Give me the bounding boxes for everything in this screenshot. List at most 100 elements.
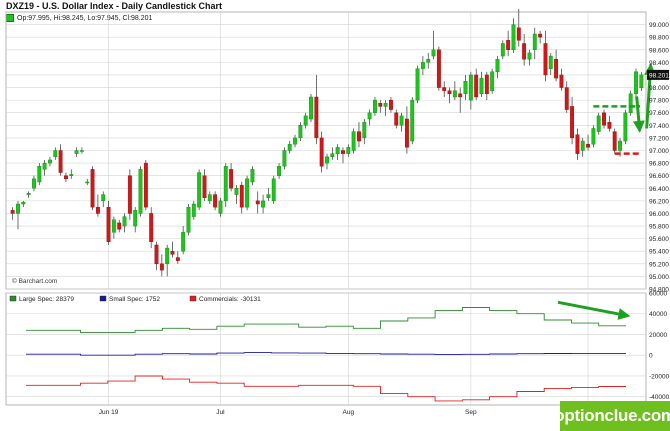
candle [298, 125, 303, 139]
candle [559, 74, 564, 88]
candle [287, 144, 292, 151]
candle [367, 112, 372, 120]
candle [181, 232, 186, 252]
legend-label: Small Spec: 1752 [109, 296, 160, 303]
price-tick-label: 96.000 [649, 211, 669, 218]
candle [634, 71, 638, 95]
candle [479, 77, 484, 95]
price-tick-label: 95.600 [649, 236, 669, 243]
price-tick-label: 96.600 [649, 173, 669, 180]
candle [586, 144, 590, 148]
candle [266, 194, 271, 198]
candle [101, 194, 106, 202]
candle [548, 55, 553, 69]
candle [527, 52, 532, 60]
candle [532, 33, 537, 50]
candle [373, 99, 377, 113]
candle [442, 87, 447, 91]
candle [618, 140, 622, 151]
candle [330, 153, 335, 157]
candle [271, 178, 276, 202]
candle [378, 103, 383, 107]
price-tick-label: 95.000 [649, 274, 669, 281]
candle [74, 150, 79, 154]
cot-series-line [26, 307, 626, 333]
candle [314, 96, 319, 139]
candle [389, 99, 393, 110]
candle [357, 131, 361, 142]
candle [293, 137, 297, 145]
candle [383, 103, 388, 107]
candle [32, 178, 36, 189]
candle [591, 128, 596, 145]
candle [10, 210, 15, 214]
last-price-label: 98.201 [649, 72, 669, 79]
price-tick-label: 97.600 [649, 110, 669, 117]
candle [452, 90, 457, 98]
candle [346, 147, 351, 154]
candle [175, 257, 180, 261]
candle [596, 115, 601, 132]
candle [255, 200, 260, 205]
legend-swatch [9, 295, 17, 302]
candle [522, 43, 527, 60]
candle [16, 203, 20, 214]
candle [191, 203, 196, 217]
candle [490, 71, 495, 91]
candle [351, 131, 356, 151]
price-tick-label: 96.400 [649, 186, 669, 193]
candle [245, 178, 250, 208]
candle [282, 150, 287, 167]
chart-svg[interactable]: 99.00098.80098.60098.40098.20098.00097.8… [0, 0, 670, 431]
candle [277, 166, 281, 176]
candle [223, 166, 228, 202]
candle [458, 93, 463, 98]
candle [623, 112, 628, 142]
date-tick-label: Aug [343, 409, 355, 416]
legend-label: Commercials: -30131 [199, 296, 261, 303]
cot-tick-label: 40000 [649, 311, 667, 318]
candle [415, 68, 420, 101]
price-tick-label: 97.000 [649, 148, 669, 155]
candle [143, 162, 148, 208]
candle [111, 219, 116, 233]
candle [95, 206, 100, 214]
candle [341, 150, 345, 154]
candle [48, 159, 52, 164]
candle [325, 156, 329, 164]
cot-tick-label: 20000 [649, 332, 667, 339]
candle [554, 59, 559, 79]
candle [79, 150, 84, 152]
candle [127, 175, 132, 214]
candle [484, 74, 489, 95]
candle [410, 99, 415, 142]
candle [580, 140, 585, 151]
candle [500, 43, 505, 57]
price-tick-label: 95.800 [649, 224, 669, 231]
date-tick-label: Jun 19 [99, 409, 119, 416]
candles-group [10, 8, 644, 277]
candle [495, 59, 500, 73]
candle [399, 115, 404, 126]
candle [26, 193, 31, 195]
candle [250, 169, 255, 183]
price-tick-label: 97.800 [649, 98, 669, 105]
candle [564, 87, 569, 110]
candle [463, 81, 468, 95]
cot-group [26, 307, 626, 402]
candle [474, 74, 479, 98]
candle [319, 137, 324, 167]
price-tick-label: 99.000 [649, 22, 669, 29]
legend-label: Large Spec: 28379 [19, 296, 74, 303]
candle [639, 74, 644, 89]
date-tick-label: Jul [216, 409, 225, 416]
candle [394, 112, 399, 126]
cot-tick-label: 60000 [649, 291, 667, 298]
candle [426, 59, 431, 63]
candle [362, 121, 367, 139]
candle [511, 24, 516, 50]
candle [154, 244, 159, 265]
price-tick-label: 98.000 [649, 85, 669, 92]
candle [404, 118, 409, 148]
candle [303, 115, 308, 126]
